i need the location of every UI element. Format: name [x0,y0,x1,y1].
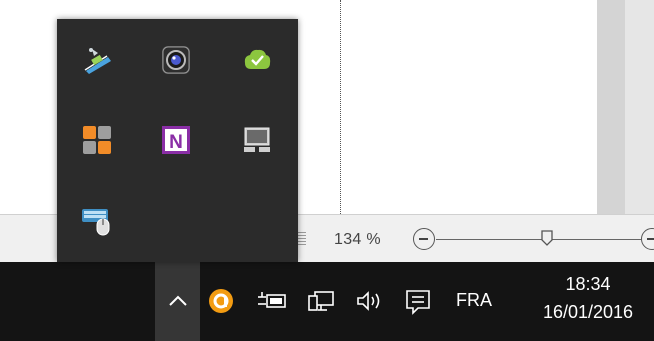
webcam-icon[interactable] [159,43,193,77]
zoom-in-button[interactable] [641,228,654,250]
tray-overflow-flyout: N [57,19,298,262]
network-icon[interactable] [307,288,334,314]
document-scroll-gutter [597,0,625,214]
taskbar: FRA 18:34 16/01/2016 [0,262,654,341]
page-margin-line [340,0,341,214]
volume-icon[interactable] [355,288,381,314]
clock-date: 16/01/2016 [542,302,634,322]
onenote-letter: N [169,132,183,153]
zoom-slider-track[interactable] [436,239,641,240]
onenote-icon[interactable]: N [159,123,193,157]
action-center-icon[interactable] [404,288,430,315]
clock-time: 18:34 [565,274,611,294]
clock[interactable]: 18:34 16/01/2016 [524,272,652,325]
orange-circle-app-icon[interactable] [208,288,234,314]
show-hidden-icons-button[interactable] [155,262,200,341]
chevron-up-icon [169,295,187,306]
zoom-percentage[interactable]: 134 % [334,231,381,249]
zoom-slider-thumb[interactable] [541,230,553,246]
display-devices-icon[interactable] [240,123,274,157]
green-check-cloud-icon[interactable] [240,43,274,77]
view-mode-icon[interactable] [298,232,306,246]
power-plug-icon[interactable] [257,288,286,314]
network-usb-icon[interactable] [80,43,114,77]
input-language-indicator[interactable]: FRA [456,290,492,311]
color-tiles-icon[interactable] [80,123,114,157]
zoom-out-button[interactable] [413,228,435,250]
keyboard-mouse-icon[interactable] [80,203,114,237]
